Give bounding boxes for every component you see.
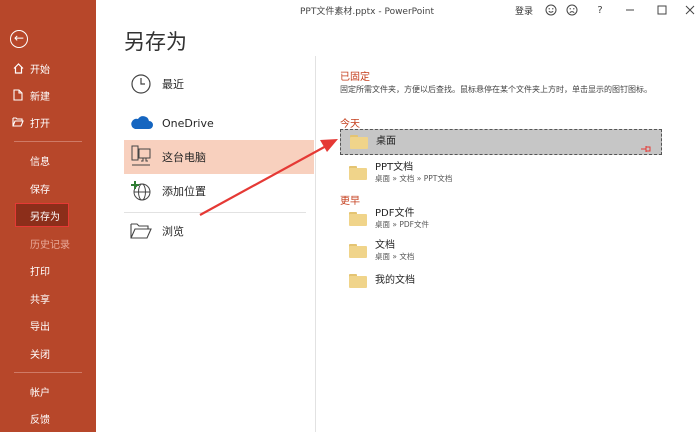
sidebar-item-label: 开始 — [30, 64, 50, 76]
sidebar-item-close[interactable]: 关闭 — [0, 341, 96, 365]
sidebar-item-label: 新建 — [30, 91, 50, 103]
back-arrow-icon[interactable]: ← — [10, 30, 28, 48]
login-link[interactable]: 登录 — [515, 4, 533, 17]
folder-name: PPT文档 — [375, 162, 414, 173]
location-label: 这台电脑 — [162, 151, 206, 164]
sidebar-divider — [14, 141, 82, 142]
maximize-icon[interactable] — [656, 4, 668, 16]
sidebar-item-new[interactable]: 新建 — [0, 83, 96, 107]
location-add-place[interactable]: 添加位置 — [124, 174, 314, 208]
folder-documents[interactable]: 文档 桌面 » 文档 — [340, 238, 662, 264]
folder-name: PDF文件 — [375, 208, 415, 219]
location-label: 添加位置 — [162, 185, 206, 198]
sidebar-item-history: 历史记录 — [0, 231, 96, 255]
page-title: 另存为 — [124, 30, 187, 54]
folder-icon — [349, 166, 367, 180]
sidebar-item-save[interactable]: 保存 — [0, 176, 96, 200]
sidebar-item-label: 信息 — [30, 156, 50, 168]
folder-name: 文档 — [375, 240, 395, 251]
add-location-icon — [128, 178, 154, 204]
folder-my-documents[interactable]: 我的文档 — [340, 268, 662, 294]
location-onedrive[interactable]: OneDrive — [124, 106, 314, 140]
home-icon — [12, 61, 24, 75]
sidebar-item-save-as[interactable]: 另存为 — [15, 203, 69, 227]
location-label: 最近 — [162, 78, 184, 91]
pinned-description: 固定所需文件夹，方便以后查找。鼠标悬停在某个文件夹上方时，单击显示的图钉图标。 — [340, 85, 652, 94]
folder-icon — [349, 212, 367, 226]
folder-ppt-docs[interactable]: PPT文档 桌面 » 文档 » PPT文档 — [340, 160, 662, 186]
help-icon[interactable]: ? — [594, 4, 606, 16]
sidebar-item-label: 帐户 — [30, 387, 50, 399]
folder-path: 桌面 » PDF文件 — [375, 220, 429, 229]
computer-icon — [128, 144, 154, 170]
folder-icon — [349, 274, 367, 288]
locations-divider — [124, 212, 306, 213]
sidebar-item-info[interactable]: 信息 — [0, 148, 96, 172]
pin-icon[interactable] — [641, 138, 651, 152]
open-folder-icon — [128, 218, 154, 244]
minimize-icon[interactable] — [624, 4, 636, 16]
sidebar-item-label: 反馈 — [30, 414, 50, 426]
folder-icon — [349, 244, 367, 258]
sidebar-item-print[interactable]: 打印 — [0, 258, 96, 282]
sidebar-item-label: 打开 — [30, 118, 50, 130]
pinned-heading: 已固定 — [340, 72, 370, 83]
location-browse[interactable]: 浏览 — [124, 214, 314, 248]
sidebar-item-export[interactable]: 导出 — [0, 313, 96, 337]
sidebar-item-home[interactable]: 开始 — [0, 56, 96, 80]
sidebar-item-label: 关闭 — [30, 349, 50, 361]
sidebar-item-label: 导出 — [30, 321, 50, 333]
sidebar-item-account[interactable]: 帐户 — [0, 379, 96, 403]
location-label: 浏览 — [162, 225, 184, 238]
clock-icon — [128, 71, 154, 97]
folder-name: 桌面 — [376, 136, 396, 147]
window-title: PPT文件素材.pptx - PowerPoint — [300, 7, 435, 17]
folder-name: 我的文档 — [375, 275, 415, 286]
today-heading: 今天 — [340, 119, 360, 130]
earlier-heading: 更早 — [340, 196, 360, 207]
location-this-pc[interactable]: 这台电脑 — [124, 140, 314, 174]
sidebar-item-open[interactable]: 打开 — [0, 110, 96, 134]
sidebar: ← 开始 新建 打开 信息 保存 另存为 历史记录 打印 共享 导出 关闭 帐户… — [0, 0, 96, 432]
sidebar-item-feedback[interactable]: 反馈 — [0, 406, 96, 430]
location-label: OneDrive — [162, 116, 214, 130]
smiley-icon[interactable] — [545, 4, 557, 16]
sidebar-item-label: 保存 — [30, 184, 50, 196]
sidebar-item-label: 打印 — [30, 266, 50, 278]
sidebar-item-label: 共享 — [30, 294, 50, 306]
sidebar-divider — [14, 372, 82, 373]
location-recent[interactable]: 最近 — [124, 67, 314, 101]
folder-icon — [350, 135, 368, 149]
folder-path: 桌面 » 文档 » PPT文档 — [375, 174, 453, 183]
close-icon[interactable] — [684, 4, 696, 16]
panel-divider — [315, 56, 316, 432]
open-folder-icon — [12, 115, 24, 129]
new-document-icon — [12, 88, 24, 102]
sidebar-item-share[interactable]: 共享 — [0, 286, 96, 310]
folder-desktop[interactable]: 桌面 — [340, 129, 662, 155]
folder-path: 桌面 » 文档 — [375, 252, 415, 261]
sidebar-item-label: 另存为 — [30, 211, 60, 223]
folder-pdf[interactable]: PDF文件 桌面 » PDF文件 — [340, 206, 662, 232]
sidebar-item-label: 历史记录 — [30, 239, 70, 251]
cloud-icon — [128, 110, 154, 136]
frown-icon[interactable] — [566, 4, 578, 16]
